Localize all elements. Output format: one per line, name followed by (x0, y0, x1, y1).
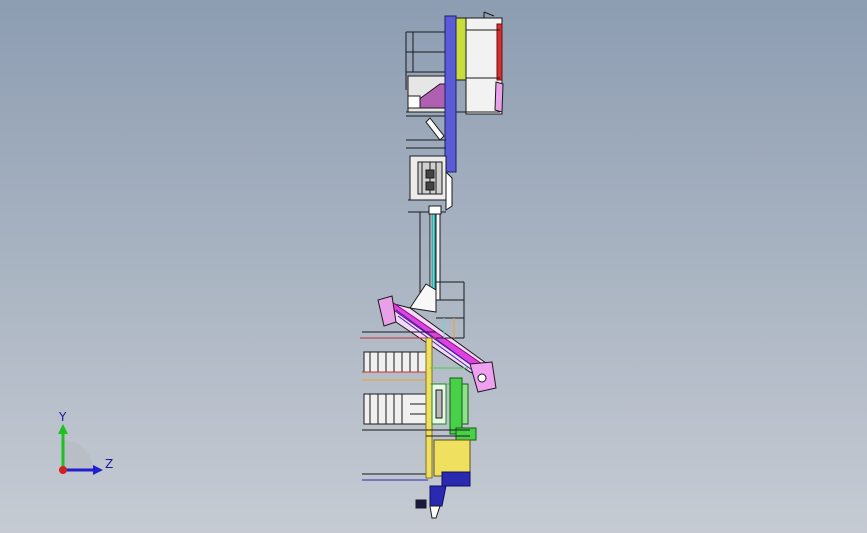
triad-plane (63, 440, 93, 470)
y-axis-arrow (58, 424, 68, 434)
y-axis-label: Y (58, 410, 67, 424)
axis-triad: Y Z (58, 410, 113, 475)
lower-rack (360, 331, 436, 481)
machine-assembly-side-view[interactable] (0, 0, 867, 533)
lift-column (419, 205, 442, 301)
blue-column (444, 15, 457, 173)
cad-graphics-viewport[interactable]: Y Z (0, 0, 867, 533)
x-axis-dot (59, 466, 67, 474)
z-axis-arrow (93, 465, 103, 475)
z-axis-label: Z (105, 457, 113, 471)
